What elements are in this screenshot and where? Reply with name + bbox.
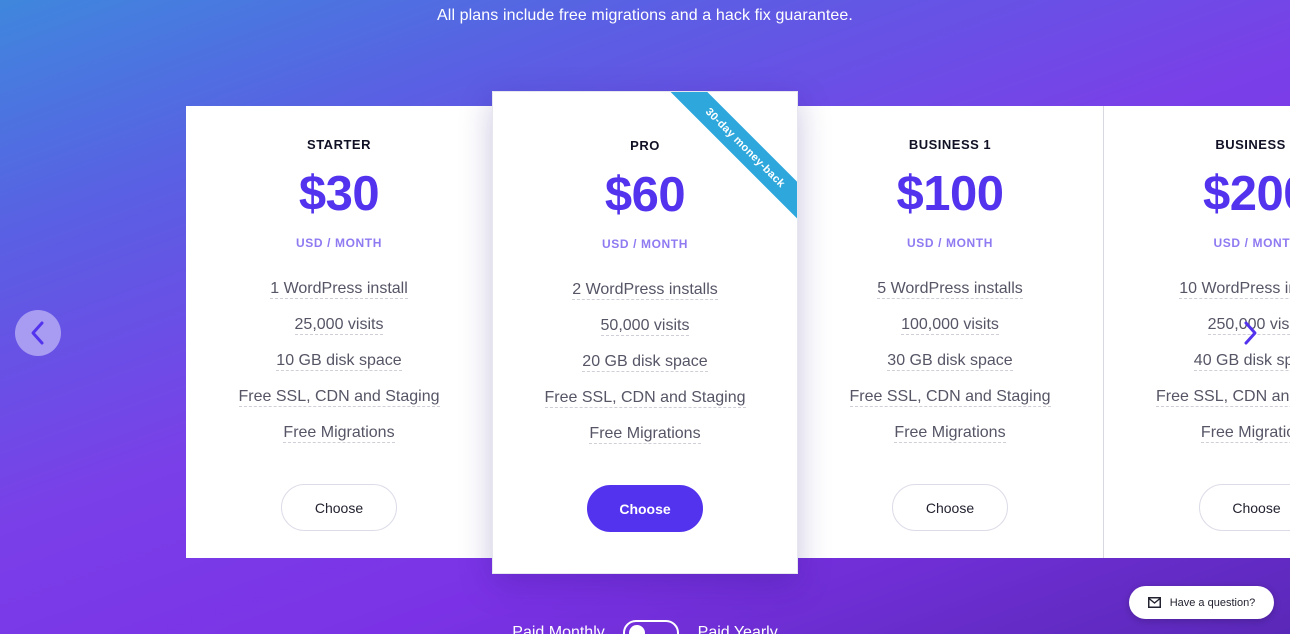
feature-item: 20 GB disk space	[493, 350, 797, 386]
feature-item: 1 WordPress install	[186, 277, 492, 313]
feature-list: 10 WordPress installs 250,000 visits 40 …	[1104, 277, 1290, 457]
toggle-knob	[629, 625, 646, 634]
plan-period: USD / MONTH	[907, 236, 993, 250]
feature-label[interactable]: 40 GB disk space	[1193, 352, 1290, 371]
plan-card-pro: 30-day money-back PRO $60 USD / MONTH 2 …	[492, 91, 798, 574]
billing-toggle-row: Paid Monthly Paid Yearly	[0, 620, 1290, 634]
plan-card-starter: STARTER $30 USD / MONTH 1 WordPress inst…	[186, 106, 492, 558]
plan-period: USD / MONTH	[296, 236, 382, 250]
feature-label[interactable]: 50,000 visits	[600, 317, 690, 336]
carousel-prev-button[interactable]	[15, 310, 61, 356]
feature-item: 10 GB disk space	[186, 349, 492, 385]
carousel-next-button[interactable]	[1236, 318, 1264, 348]
plan-name: BUSINESS 2	[1215, 137, 1290, 152]
plan-period: USD / MONTH	[1213, 236, 1290, 250]
paid-monthly-label[interactable]: Paid Monthly	[512, 624, 605, 634]
feature-label[interactable]: Free Migrations	[589, 425, 701, 444]
plan-price: $30	[298, 167, 380, 221]
feature-item: Free Migrations	[1104, 421, 1290, 457]
feature-label[interactable]: Free Migrations	[894, 424, 1006, 443]
have-a-question-button[interactable]: Have a question?	[1129, 586, 1274, 619]
feature-item: Free SSL, CDN and Staging	[186, 385, 492, 421]
feature-item: 30 GB disk space	[797, 349, 1103, 385]
choose-starter-button[interactable]: Choose	[281, 484, 397, 531]
feature-label[interactable]: Free Migrations	[283, 424, 395, 443]
feature-label[interactable]: 10 GB disk space	[276, 352, 402, 371]
feature-item: Free Migrations	[493, 422, 797, 458]
feature-label[interactable]: Free Migrations	[1200, 424, 1290, 443]
feature-item: Free SSL, CDN and Staging	[493, 386, 797, 422]
feature-label[interactable]: 10 WordPress installs	[1179, 280, 1290, 299]
feature-label[interactable]: 5 WordPress installs	[877, 280, 1023, 299]
plan-price: $100	[896, 167, 1004, 221]
feature-item: 40 GB disk space	[1104, 349, 1290, 385]
choose-pro-button[interactable]: Choose	[587, 485, 703, 532]
billing-toggle-switch[interactable]	[623, 620, 680, 634]
feature-label[interactable]: Free SSL, CDN and Staging	[1156, 388, 1290, 407]
feature-label[interactable]: Free SSL, CDN and Staging	[238, 388, 440, 407]
feature-item: Free SSL, CDN and Staging	[1104, 385, 1290, 421]
have-a-question-label: Have a question?	[1169, 596, 1256, 609]
feature-label[interactable]: 25,000 visits	[294, 316, 384, 335]
feature-item: 5 WordPress installs	[797, 277, 1103, 313]
pricing-section: All plans include free migrations and a …	[0, 0, 1290, 634]
feature-item: 10 WordPress installs	[1104, 277, 1290, 313]
plan-price: $60	[604, 168, 686, 222]
paid-yearly-label[interactable]: Paid Yearly	[698, 624, 778, 634]
feature-list: 5 WordPress installs 100,000 visits 30 G…	[797, 277, 1103, 457]
feature-label[interactable]: 1 WordPress install	[270, 280, 408, 299]
feature-item: Free Migrations	[186, 421, 492, 457]
plan-name: PRO	[630, 138, 660, 153]
feature-label[interactable]: 30 GB disk space	[887, 352, 1013, 371]
plan-card-business-1: BUSINESS 1 $100 USD / MONTH 5 WordPress …	[797, 106, 1103, 558]
choose-business-1-button[interactable]: Choose	[892, 484, 1008, 531]
feature-item: 100,000 visits	[797, 313, 1103, 349]
mail-icon	[1147, 597, 1161, 608]
plan-price: $200	[1202, 167, 1290, 221]
feature-label[interactable]: 20 GB disk space	[582, 353, 708, 372]
feature-item: Free Migrations	[797, 421, 1103, 457]
feature-label[interactable]: 2 WordPress installs	[572, 281, 718, 300]
feature-item: Free SSL, CDN and Staging	[797, 385, 1103, 421]
feature-label[interactable]: Free SSL, CDN and Staging	[544, 389, 746, 408]
plan-name: STARTER	[307, 137, 371, 152]
feature-item: 50,000 visits	[493, 314, 797, 350]
feature-label[interactable]: Free SSL, CDN and Staging	[849, 388, 1051, 407]
feature-item: 25,000 visits	[186, 313, 492, 349]
plan-period: USD / MONTH	[602, 237, 688, 251]
feature-list: 2 WordPress installs 50,000 visits 20 GB…	[493, 278, 797, 458]
plan-name: BUSINESS 1	[908, 137, 992, 152]
feature-item: 2 WordPress installs	[493, 278, 797, 314]
feature-list: 1 WordPress install 25,000 visits 10 GB …	[186, 277, 492, 457]
choose-business-2-button[interactable]: Choose	[1198, 484, 1290, 531]
pricing-subtitle: All plans include free migrations and a …	[437, 7, 853, 24]
chevron-left-icon	[31, 321, 44, 345]
chevron-right-icon	[1244, 321, 1257, 345]
feature-label[interactable]: 100,000 visits	[901, 316, 999, 335]
